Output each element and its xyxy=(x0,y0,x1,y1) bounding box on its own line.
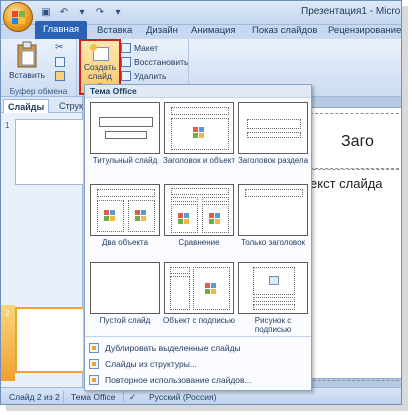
layout-label: Только заголовок xyxy=(240,238,306,247)
status-separator xyxy=(123,391,124,403)
gallery-header: Тема Office xyxy=(85,85,311,98)
tab-design[interactable]: Дизайн xyxy=(146,23,178,39)
duplicate-slides-command[interactable]: Дублировать выделенные слайды xyxy=(89,341,309,355)
slide-thumbnail-1[interactable] xyxy=(15,119,85,185)
layout-gallery-dropdown: Тема Office Титульный слайд Заголовок и … xyxy=(84,84,312,391)
slide-body-text: екст слайда xyxy=(310,176,383,191)
window-title: Презентация1 - Micro xyxy=(301,6,401,17)
slides-pane: Слайды Структ 1 2 xyxy=(1,97,87,387)
paste-label: Вставить xyxy=(8,70,46,80)
layout-title-only[interactable]: Только заголовок xyxy=(237,184,309,247)
layout-thumbnail xyxy=(238,184,308,236)
layout-label: Заголовок раздела xyxy=(237,156,309,165)
layout-icon xyxy=(121,43,131,53)
slides-from-outline-command[interactable]: Слайды из структуры... xyxy=(89,357,309,371)
picture-icon xyxy=(269,276,279,285)
layout-thumbnail xyxy=(90,102,160,154)
undo-icon[interactable]: ↶ xyxy=(57,6,71,20)
layout-thumbnail xyxy=(90,184,160,236)
language-indicator[interactable]: Русский (Россия) xyxy=(149,392,216,402)
quick-access-toolbar: ▣ ↶ ▾ ↷ ▾ xyxy=(39,5,125,21)
reuse-slides-icon xyxy=(89,375,99,385)
layout-content-caption[interactable]: Объект с подписью xyxy=(163,262,235,325)
reset-label: Восстановить xyxy=(134,57,189,67)
slides-from-outline-label: Слайды из структуры... xyxy=(105,359,197,369)
delete-label: Удалить xyxy=(134,71,167,81)
layout-thumbnail xyxy=(164,262,234,314)
theme-name[interactable]: Тема Office xyxy=(71,392,115,402)
layout-label: Рисунок с подписью xyxy=(254,316,292,334)
tab-home[interactable]: Главная xyxy=(35,21,88,39)
layout-label: Макет xyxy=(134,43,159,53)
body-placeholder[interactable] xyxy=(308,169,401,381)
cut-icon[interactable]: ✂ xyxy=(55,42,63,53)
tab-slides[interactable]: Слайды xyxy=(3,99,50,113)
tab-review[interactable]: Рецензирование xyxy=(328,23,401,39)
thumb-number-1: 1 xyxy=(5,121,10,130)
customize-qat-icon[interactable]: ▾ xyxy=(111,6,125,20)
layout-thumbnail xyxy=(164,184,234,236)
pane-tabs: Слайды Структ xyxy=(1,97,87,113)
undo-dropdown-icon[interactable]: ▾ xyxy=(75,6,89,20)
slide-counter: Слайд 2 из 2 xyxy=(9,392,60,402)
slide-title-text: Заго xyxy=(341,133,374,150)
layout-thumbnail xyxy=(90,262,160,314)
ribbon-tabs: Главная Вставка Дизайн Анимация Показ сл… xyxy=(1,21,401,39)
slides-from-outline-icon xyxy=(89,359,99,369)
reuse-slides-label: Повторное использование слайдов... xyxy=(105,375,252,385)
spellcheck-icon[interactable]: ✓ xyxy=(129,392,136,403)
tab-slideshow[interactable]: Показ слайдов xyxy=(252,23,317,39)
duplicate-slides-icon xyxy=(89,343,99,353)
layout-two-content[interactable]: Два объекта xyxy=(89,184,161,247)
clipboard-group-label: Буфер обмена xyxy=(9,86,68,96)
copy-icon[interactable] xyxy=(55,57,65,67)
layout-section-header[interactable]: Заголовок раздела xyxy=(237,102,309,165)
layout-picture-caption[interactable]: Рисунок с подписью xyxy=(237,262,309,334)
layout-title-slide[interactable]: Титульный слайд xyxy=(89,102,161,165)
thumb-number-2: 2 xyxy=(5,309,10,318)
save-icon[interactable]: ▣ xyxy=(39,6,53,20)
layout-label: Два объекта xyxy=(101,238,149,247)
layout-comparison[interactable]: Сравнение xyxy=(163,184,235,247)
layout-thumbnail xyxy=(238,102,308,154)
layout-label: Титульный слайд xyxy=(92,156,158,165)
gallery-separator xyxy=(85,336,311,337)
paste-button[interactable]: Вставить xyxy=(7,41,47,80)
reset-button[interactable]: Восстановить xyxy=(121,57,188,67)
redo-icon[interactable]: ↷ xyxy=(93,6,107,20)
layout-label: Объект с подписью xyxy=(163,316,235,325)
paste-icon xyxy=(17,41,37,68)
delete-slide-button[interactable]: Удалить xyxy=(121,71,166,81)
status-separator xyxy=(63,391,64,403)
layout-blank[interactable]: Пустой слайд xyxy=(89,262,161,325)
layout-thumbnail xyxy=(164,102,234,154)
layout-label: Заголовок и объект xyxy=(163,156,235,165)
content-icon xyxy=(193,127,207,139)
new-slide-icon xyxy=(90,44,109,61)
tab-animation[interactable]: Анимация xyxy=(191,23,236,39)
clipboard-group: Вставить ✂ Буфер обмена xyxy=(1,39,77,97)
layout-thumbnail xyxy=(238,262,308,314)
duplicate-slides-label: Дублировать выделенные слайды xyxy=(105,343,241,353)
slide-thumbnail-2[interactable] xyxy=(15,307,85,373)
tab-insert[interactable]: Вставка xyxy=(97,23,132,39)
layout-title-content[interactable]: Заголовок и объект xyxy=(163,102,235,165)
delete-icon xyxy=(121,71,131,81)
office-logo-icon xyxy=(12,11,25,24)
layout-button[interactable]: Макет xyxy=(121,43,158,53)
office-button[interactable] xyxy=(3,2,33,32)
layout-label: Пустой слайд xyxy=(99,316,151,325)
format-painter-icon[interactable] xyxy=(55,71,65,81)
layout-label: Сравнение xyxy=(178,238,220,247)
reset-icon xyxy=(121,57,131,67)
reuse-slides-command[interactable]: Повторное использование слайдов... xyxy=(89,373,309,387)
